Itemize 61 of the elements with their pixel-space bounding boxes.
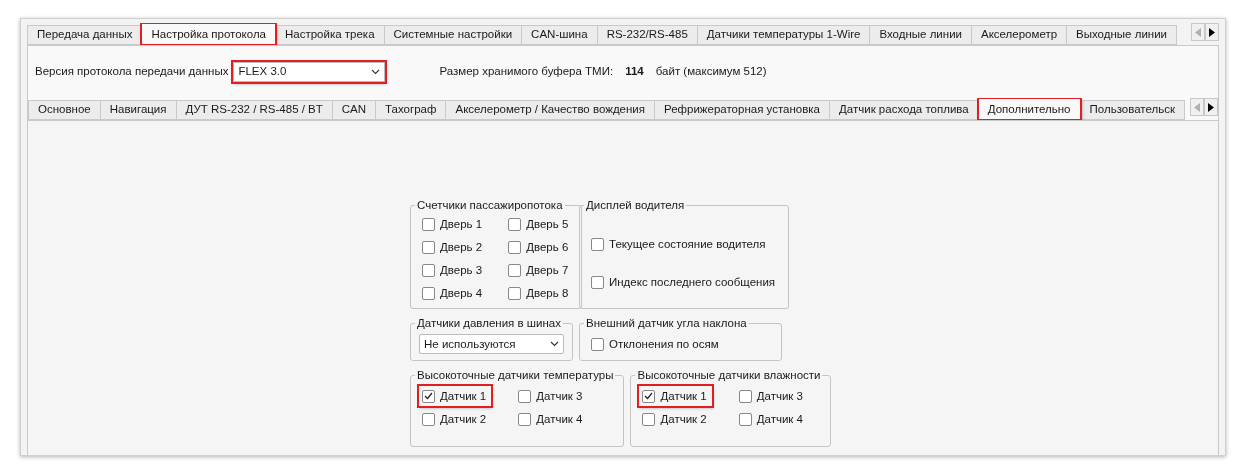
tab[interactable]: Выходные линии — [1066, 25, 1177, 45]
group-title: Счетчики пассажиропотока — [416, 198, 564, 213]
checkbox[interactable]: Датчик 3 — [515, 386, 588, 407]
tab[interactable]: Датчик расхода топлива — [829, 100, 979, 120]
tab[interactable]: CAN — [331, 100, 377, 120]
tab[interactable]: Навигация — [99, 100, 177, 120]
group-title: Датчики давления в шинах — [416, 316, 562, 331]
tab[interactable]: Тахограф — [375, 100, 447, 120]
checkbox[interactable]: Дверь 5 — [505, 214, 574, 235]
triangle-left-icon — [1194, 102, 1200, 112]
triangle-right-icon — [1208, 102, 1214, 112]
checkbox[interactable]: Датчик 2 — [419, 409, 492, 430]
group-title: Высокоточные датчики температуры — [416, 368, 615, 383]
tab[interactable]: Настройка трека — [275, 25, 385, 45]
scroll-right-button[interactable] — [1204, 98, 1218, 116]
buffer-label: Размер хранимого буфера ТМИ: — [439, 64, 614, 80]
tab[interactable]: Акселерометр / Качество вождения — [445, 100, 655, 120]
buffer-value: 114 — [625, 64, 644, 80]
tab[interactable]: Датчики температуры 1-Wire — [696, 25, 871, 45]
tab[interactable]: Дополнительно — [977, 98, 1081, 120]
protocol-label: Версия протокола передачи данных — [35, 64, 229, 80]
checkbox[interactable]: Датчик 1 — [419, 386, 492, 407]
tire-pressure-dropdown[interactable]: Не используются — [419, 334, 564, 355]
tab[interactable]: ДУТ RS-232 / RS-485 / BT — [175, 100, 333, 120]
protocol-dropdown[interactable]: FLEX 3.0 — [233, 62, 386, 82]
group-title: Дисплей водителя — [585, 198, 686, 213]
tab[interactable]: Передача данных — [27, 25, 143, 45]
tab[interactable]: CAN-шина — [521, 25, 598, 45]
triangle-right-icon — [1209, 27, 1215, 37]
tab[interactable]: Системные настройки — [383, 25, 523, 45]
checkbox[interactable]: Дверь 2 — [419, 237, 488, 258]
checkbox[interactable]: Дверь 6 — [505, 237, 574, 258]
checkbox[interactable]: Дверь 3 — [419, 260, 488, 281]
checkbox[interactable]: Датчик 4 — [515, 409, 588, 430]
checkbox[interactable]: Датчик 2 — [639, 409, 712, 430]
tab[interactable]: Входные линии — [869, 25, 972, 45]
scroll-right-button[interactable] — [1205, 23, 1219, 41]
tab[interactable]: RS-232/RS-485 — [596, 25, 698, 45]
group-title: Высокоточные датчики влажности — [636, 368, 822, 383]
tab[interactable]: Акселерометр — [971, 25, 1068, 45]
checkbox[interactable]: Индекс последнего сообщения — [588, 272, 781, 293]
checkbox[interactable]: Дверь 7 — [505, 260, 574, 281]
group-title: Внешний датчик угла наклона — [585, 316, 748, 331]
checkbox[interactable]: Текущее состояние водителя — [588, 234, 771, 255]
checkmark-icon — [424, 392, 433, 401]
tab[interactable]: Пользовательск — [1079, 100, 1185, 120]
checkbox[interactable]: Датчик 3 — [735, 386, 808, 407]
checkbox[interactable]: Датчик 4 — [735, 409, 808, 430]
checkbox[interactable]: Дверь 8 — [505, 283, 574, 304]
triangle-left-icon — [1195, 27, 1201, 37]
checkbox[interactable]: Датчик 1 — [639, 386, 712, 407]
buffer-unit: байт (максимум 512) — [655, 64, 767, 80]
tab[interactable]: Рефрижераторная установка — [654, 100, 830, 120]
tab[interactable]: Настройка протокола — [141, 23, 276, 45]
chevron-down-icon — [550, 341, 559, 348]
checkbox[interactable]: Дверь 4 — [419, 283, 488, 304]
checkbox[interactable]: Дверь 1 — [419, 214, 488, 235]
tab[interactable]: Основное — [28, 100, 101, 120]
chevron-down-icon — [371, 69, 381, 75]
checkbox[interactable]: Отклонения по осям — [588, 334, 724, 355]
checkmark-icon — [644, 392, 654, 401]
